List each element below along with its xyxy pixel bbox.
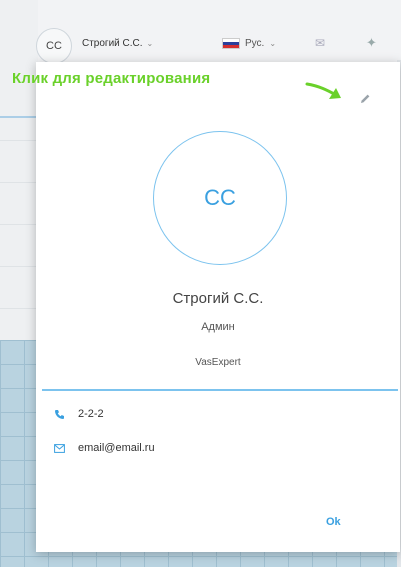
chevron-down-icon: ⌄ [269,39,277,48]
mail-icon[interactable]: ✉ [315,36,325,50]
profile-role: Админ [201,321,235,333]
ok-button[interactable]: Ok [326,516,341,528]
mail-icon [54,443,65,453]
flag-icon [222,38,240,49]
profile-name: Строгий С.С. [172,290,264,307]
profile-dialog: CC Строгий С.С. Админ VasExpert 2-2-2 em… [36,62,400,552]
top-bar: CC Строгий С.С. ⌄ Рус. ⌄ ✉ ✦ [0,0,401,64]
phone-icon [55,409,64,419]
profile-organization: VasExpert [195,357,241,368]
pencil-edit-icon[interactable] [358,92,372,106]
chevron-down-icon: ⌄ [146,39,154,48]
user-name: Строгий С.С. [82,38,143,49]
pin-icon[interactable]: ✦ [366,35,377,51]
user-menu[interactable]: Строгий С.С. ⌄ [82,38,153,49]
edit-hint-annotation: Клик для редактирования [12,70,211,87]
language-label: Рус. [245,38,265,49]
contact-phone: 2-2-2 [54,408,104,420]
background-rows [0,140,38,340]
arrow-icon [305,82,341,99]
phone-value: 2-2-2 [78,408,104,420]
contact-email: email@email.ru [54,442,155,454]
profile-avatar: CC [153,131,287,265]
email-value[interactable]: email@email.ru [78,442,155,454]
user-avatar[interactable]: CC [36,28,72,64]
divider [42,389,398,391]
language-selector[interactable]: Рус. ⌄ [222,38,276,49]
